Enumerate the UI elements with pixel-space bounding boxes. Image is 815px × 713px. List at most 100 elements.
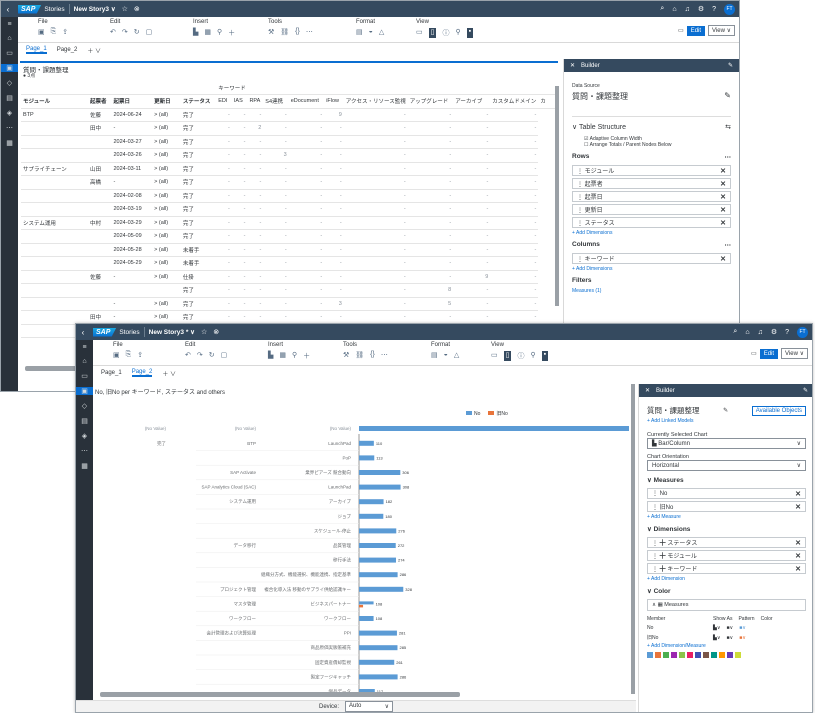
data-icon[interactable]: ◈ <box>7 109 12 117</box>
table-cell[interactable]: - <box>407 148 454 163</box>
table-cell[interactable]: - <box>490 189 539 203</box>
table-cell[interactable]: - <box>324 175 344 190</box>
table-cell[interactable]: > (all) <box>152 162 181 176</box>
table-cell[interactable]: > (all) <box>152 108 181 122</box>
table-cell[interactable] <box>21 148 88 163</box>
table-cell[interactable]: 2 <box>247 121 264 136</box>
undo-icon[interactable]: ↶ <box>110 28 116 36</box>
monitor-icon[interactable]: ▭ <box>678 27 684 34</box>
calendar-icon[interactable]: ▦ <box>6 139 13 147</box>
table-cell[interactable]: - <box>263 189 289 203</box>
link-icon[interactable]: ⛓ <box>280 28 289 36</box>
table-cell[interactable] <box>87 283 112 298</box>
table-cell[interactable]: - <box>263 162 289 176</box>
table-cell[interactable]: 完了 <box>180 108 217 122</box>
table-cell[interactable]: - <box>490 270 539 284</box>
remove-icon[interactable]: ✕ <box>795 565 801 573</box>
column-header[interactable]: S4連携 <box>263 94 289 109</box>
table-cell[interactable]: - <box>490 310 539 325</box>
star-icon[interactable]: ☆ <box>201 328 207 336</box>
table-cell[interactable]: - <box>453 108 491 122</box>
view-button[interactable]: View ∨ <box>781 348 808 359</box>
table-cell[interactable]: - <box>288 162 325 176</box>
format-icon[interactable]: ▤ <box>356 28 363 36</box>
tag-icon[interactable]: ⌂ <box>745 329 749 336</box>
table-cell[interactable]: - <box>247 283 264 298</box>
modeler-icon[interactable]: ▤ <box>6 94 13 102</box>
remove-icon[interactable]: ✕ <box>795 490 801 498</box>
triangle-icon[interactable]: △ <box>379 28 384 36</box>
table-cell[interactable]: - <box>288 270 325 284</box>
table-cell[interactable]: - <box>453 297 491 311</box>
table-cell[interactable]: - <box>453 243 491 257</box>
table-cell[interactable]: 完了 <box>180 148 217 163</box>
add-column-dimension-link[interactable]: + Add Dimensions <box>572 266 731 272</box>
remove-icon[interactable]: ✕ <box>795 503 801 511</box>
table-cell[interactable]: - <box>263 175 289 190</box>
settings-icon[interactable]: ⚙ <box>771 328 777 336</box>
table-cell[interactable]: - <box>453 135 491 149</box>
flow-icon[interactable]: ⋯ <box>6 124 13 132</box>
table-cell[interactable]: 完了 <box>180 189 217 203</box>
table-cell[interactable]: - <box>247 256 264 271</box>
column-header[interactable]: アクセス・リソース監視 <box>343 94 408 109</box>
help-icon[interactable]: ? <box>785 329 789 336</box>
table-cell[interactable]: BTP <box>21 108 88 122</box>
table-cell[interactable] <box>87 243 112 257</box>
chart-vscroll[interactable] <box>631 384 635 694</box>
table-cell[interactable]: - <box>453 121 491 136</box>
table-cell[interactable]: - <box>453 148 491 163</box>
table-cell[interactable]: - <box>247 108 264 122</box>
palette-strip[interactable] <box>647 652 806 658</box>
table-cell[interactable]: - <box>407 175 454 190</box>
table-cell[interactable]: - <box>247 135 264 149</box>
table-cell[interactable]: - <box>263 108 289 122</box>
table-cell[interactable]: 完了 <box>180 135 217 149</box>
column-header[interactable]: eDocument <box>288 94 325 109</box>
table-cell[interactable]: - <box>216 243 232 257</box>
add-row-dimension-link[interactable]: + Add Dimensions <box>572 230 731 236</box>
table-cell[interactable]: - <box>324 216 344 230</box>
close-circle-icon[interactable]: ⊗ <box>213 328 219 336</box>
table-cell[interactable]: - <box>324 135 344 149</box>
style-icon[interactable]: ◒ <box>444 351 448 359</box>
table-cell[interactable]: 田中 <box>87 310 112 325</box>
table-cell[interactable]: - <box>111 270 153 284</box>
table-cell[interactable]: - <box>263 283 289 298</box>
table-cell[interactable]: 佐藤 <box>87 108 112 122</box>
filter-icon[interactable]: ⚲ <box>217 28 222 38</box>
close-circle-icon[interactable]: ⊗ <box>134 5 140 13</box>
table-cell[interactable]: - <box>247 243 264 257</box>
table-cell[interactable]: 2024-02-08 <box>111 189 153 203</box>
table-cell[interactable]: - <box>216 148 232 163</box>
table-cell[interactable]: > (all) <box>152 229 181 244</box>
table-cell[interactable]: - <box>288 202 325 217</box>
table-cell[interactable]: - <box>407 216 454 230</box>
view1-icon[interactable]: ▭ <box>416 28 423 38</box>
table-cell[interactable]: - <box>490 148 539 163</box>
measure-chip-old-no[interactable]: ⋮ 旧No ✕ <box>647 501 806 512</box>
edit-button[interactable]: Edit <box>686 25 706 36</box>
remove-icon[interactable]: ✕ <box>720 167 726 175</box>
table-cell[interactable]: - <box>231 256 248 271</box>
view1-icon[interactable]: ▭ <box>491 351 498 361</box>
table-cell[interactable]: - <box>490 175 539 190</box>
analytic-icon[interactable]: ◇ <box>82 402 87 410</box>
table-cell[interactable]: - <box>263 243 289 257</box>
info-icon[interactable]: ⓘ <box>517 351 524 361</box>
table-cell[interactable]: - <box>247 148 264 163</box>
table-cell[interactable]: - <box>231 297 248 311</box>
row-chip[interactable]: ⋮ 起票者 ✕ <box>572 178 731 189</box>
table-cell[interactable]: 2024-03-29 <box>111 216 153 230</box>
table-cell[interactable]: - <box>216 202 232 217</box>
table-cell[interactable] <box>21 135 88 149</box>
data-icon[interactable]: ◈ <box>82 432 87 440</box>
table-cell[interactable] <box>21 297 88 311</box>
add-measure-link[interactable]: + Add Measure <box>647 514 806 520</box>
table-cell[interactable]: - <box>324 121 344 136</box>
story-title[interactable]: New Story3 * ∨ <box>149 328 195 336</box>
table-cell[interactable]: - <box>288 175 325 190</box>
table-cell[interactable]: - <box>407 256 454 271</box>
tools-icon[interactable]: ⚒ <box>343 351 349 359</box>
copy-icon[interactable]: ⎘ <box>126 351 132 359</box>
